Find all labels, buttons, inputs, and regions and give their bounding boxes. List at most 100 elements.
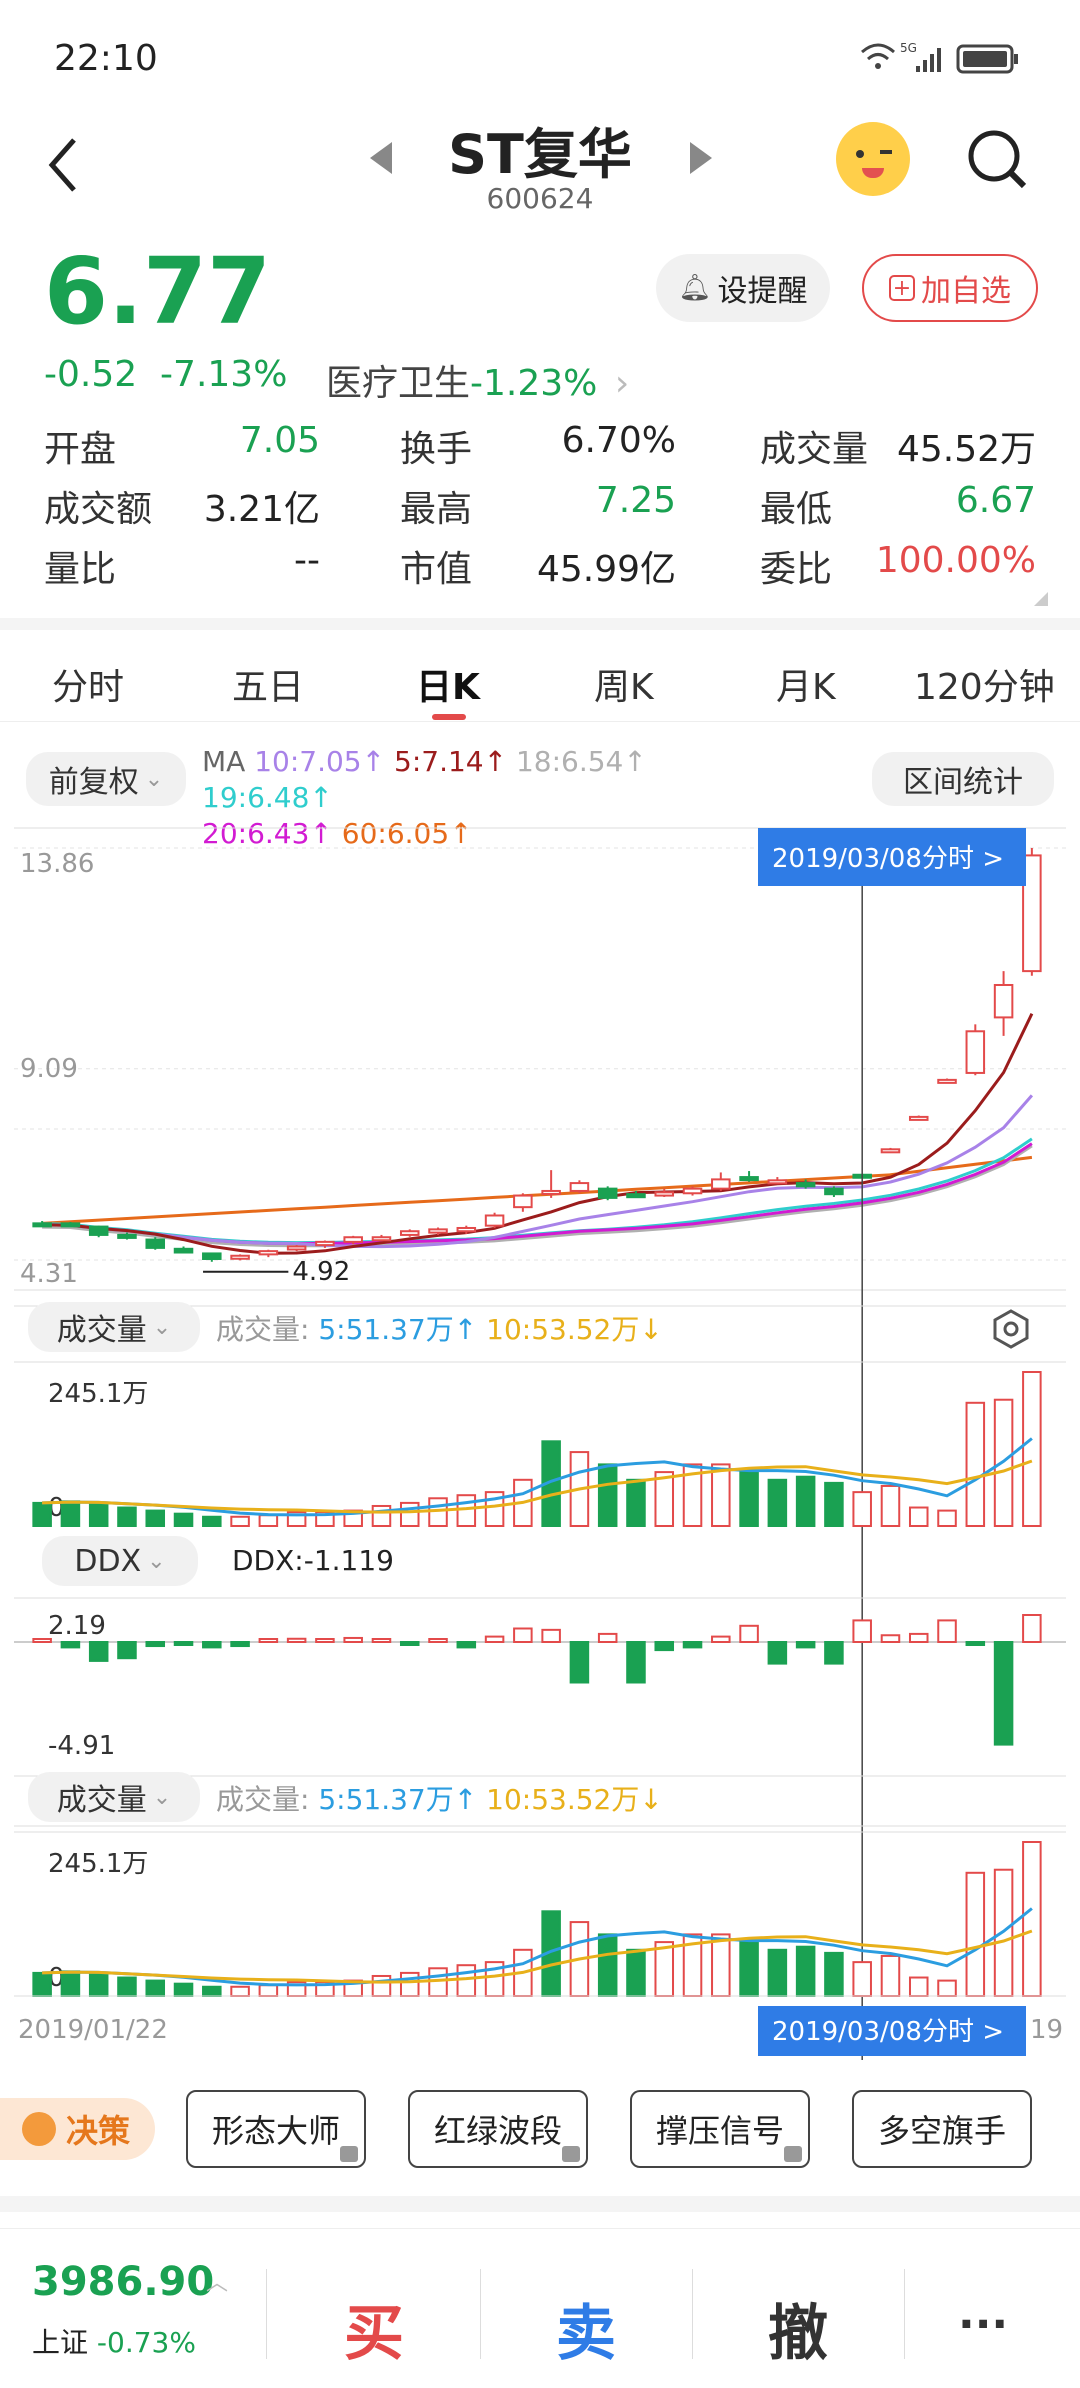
volume-bar <box>32 1501 52 1528</box>
volume2-select[interactable]: 成交量 ⌄ <box>28 1772 200 1822</box>
ddx-bar <box>937 1619 957 1644</box>
adjust-select[interactable]: 前复权 ⌄ <box>26 752 186 806</box>
volume-bar <box>88 1971 109 1998</box>
stock-title: ST复华 <box>448 123 632 186</box>
range-stats-button[interactable]: 区间统计 <box>872 752 1054 806</box>
ddx-bar <box>428 1638 448 1643</box>
candle-body <box>145 1238 166 1249</box>
candle-body <box>541 1189 561 1195</box>
signal-icon <box>916 48 941 72</box>
candle-body <box>88 1225 109 1236</box>
ddx-value: DDX:-1.119 <box>232 1544 394 1577</box>
candle-body <box>117 1233 137 1239</box>
volume-bar <box>937 1509 957 1527</box>
volume-bar <box>880 1954 901 1997</box>
tool-label: 多空旗手 <box>877 2112 1006 2150</box>
tool-support-signal[interactable]: 撑压信号 <box>630 2090 810 2168</box>
volume-max-label: 245.1万 <box>48 1849 148 1879</box>
volume-select[interactable]: 成交量 ⌄ <box>28 1302 200 1352</box>
tool-label: 形态大师 <box>211 2112 340 2150</box>
ma-label: MA <box>202 745 246 778</box>
volume-bar <box>767 1478 788 1527</box>
expand-corner-icon[interactable] <box>1034 592 1048 606</box>
decision-label: 决策 <box>66 2112 131 2150</box>
next-stock-icon[interactable] <box>690 142 712 174</box>
decision-button[interactable]: 决策 <box>0 2098 155 2160</box>
ddx-bar <box>513 1627 533 1643</box>
volume-bar <box>145 1509 166 1527</box>
volume-bar <box>202 1515 222 1528</box>
mascot-icon[interactable] <box>836 122 910 196</box>
ddx-bar <box>230 1641 250 1648</box>
volume2-legend-prefix: 成交量: <box>216 1783 310 1816</box>
ddx-bar <box>993 1641 1014 1746</box>
tab-five-day[interactable]: 五日 <box>232 658 304 710</box>
volume-bar <box>117 1976 137 1998</box>
add-watchlist-button[interactable]: + 加自选 <box>862 254 1038 322</box>
volume-bar <box>711 1933 731 1998</box>
volume-bar <box>626 1478 646 1527</box>
candle-body <box>371 1236 392 1242</box>
divider <box>480 2269 481 2359</box>
adjust-label: 前复权 <box>48 765 139 800</box>
tab-120min[interactable]: 120分钟 <box>914 658 1055 710</box>
ddx-bar <box>795 1641 816 1649</box>
quote-value: -- <box>294 540 320 581</box>
candle-body <box>456 1226 477 1233</box>
ddx-bar <box>569 1641 590 1684</box>
ddx-bar <box>541 1628 561 1643</box>
tab-weekly-k[interactable]: 周K <box>594 658 654 710</box>
candle-body <box>937 1078 957 1084</box>
cursor-date: 2019/03/08 <box>772 844 922 874</box>
candle-body <box>32 1222 52 1228</box>
candle-body <box>286 1245 307 1251</box>
ma10-line <box>42 1094 1034 1249</box>
volume2-ma10: 10:53.52万↓ <box>486 1783 663 1816</box>
candle-body <box>739 1176 759 1182</box>
ddx-bar <box>343 1636 363 1644</box>
settings-hex-icon[interactable] <box>990 1308 1032 1350</box>
volume2-select-label: 成交量 <box>56 1783 147 1818</box>
set-alert-button[interactable]: 🔔︎ 设提醒 <box>656 254 830 322</box>
ddx-bar <box>258 1638 279 1643</box>
sell-button[interactable]: 卖 <box>556 2285 616 2372</box>
volume-bar <box>173 1512 194 1527</box>
more-button[interactable]: ··· <box>958 2299 1008 2350</box>
volume-bar <box>60 1970 81 1997</box>
ddx-select[interactable]: DDX ⌄ <box>42 1536 198 1586</box>
tool-pattern-master[interactable]: 形态大师 <box>186 2090 366 2168</box>
lock-icon <box>340 2146 358 2162</box>
decision-icon <box>22 2112 56 2146</box>
volume-bar <box>711 1463 731 1528</box>
lock-icon <box>562 2146 580 2162</box>
tab-monthly-k[interactable]: 月K <box>776 658 836 710</box>
volume-bar <box>880 1484 901 1528</box>
cancel-order-button[interactable]: 撤 <box>768 2285 828 2372</box>
kline-chart[interactable]: 13.869.094.31 4.922019/03/08 分时 >245.1万02.… <box>0 820 1080 2060</box>
index-name: 上证 <box>32 2326 89 2359</box>
tab-intraday[interactable]: 分时 <box>52 658 124 710</box>
tool-bull-bear-flag[interactable]: 多空旗手 <box>852 2090 1032 2168</box>
tab-daily-k[interactable]: 日K <box>416 658 480 710</box>
tool-red-green-wave[interactable]: 红绿波段 <box>408 2090 588 2168</box>
sector-link[interactable]: 医疗卫生-1.23% › <box>326 354 629 406</box>
plus-box-icon: + <box>889 275 915 301</box>
candle-body <box>258 1250 279 1256</box>
index-value[interactable]: 3986.90 <box>32 2259 214 2305</box>
search-icon[interactable] <box>964 126 1030 192</box>
cursor-intraday-link-bottom: 分时 > <box>922 2017 1004 2047</box>
volume-bar <box>852 1491 872 1527</box>
ddx-bar <box>32 1638 52 1643</box>
volume-bar <box>258 1984 279 1997</box>
cursor-intraday-link: 分时 > <box>922 844 1004 874</box>
chevron-down-icon: ⌄ <box>147 1548 166 1574</box>
ddx-bar <box>682 1641 703 1649</box>
ddx-bar <box>173 1641 194 1646</box>
volume-bar <box>965 1871 986 1998</box>
quote-value: 45.52万 <box>896 429 1036 470</box>
buy-button[interactable]: 买 <box>344 2285 404 2372</box>
candle-body <box>513 1194 533 1209</box>
volume-legend: 成交量: 5:51.37万↑ 10:53.52万↓ <box>216 1308 663 1348</box>
divider <box>0 618 1080 630</box>
volume-ma5: 5:51.37万↑ <box>318 1313 478 1346</box>
